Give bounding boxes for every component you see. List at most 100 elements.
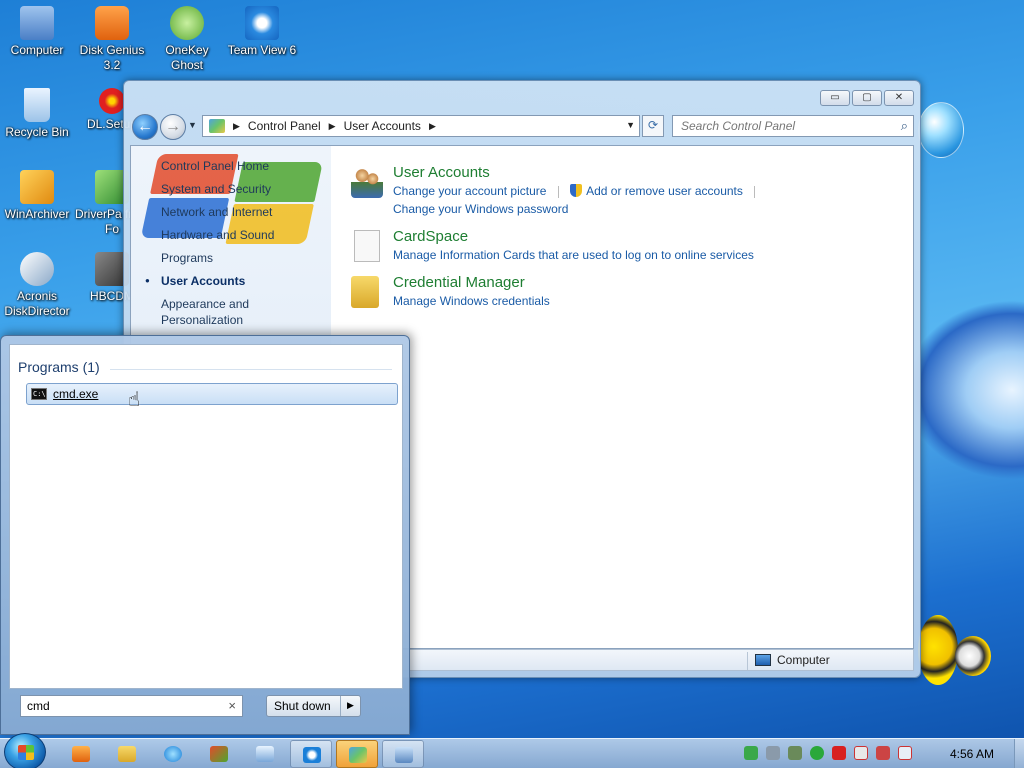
taskbar-app[interactable] bbox=[244, 740, 286, 768]
credential-manager-icon bbox=[351, 276, 379, 308]
nav-user-accounts[interactable]: User Accounts bbox=[145, 273, 274, 296]
start-menu: Programs (1) C:\ cmd.exe bbox=[0, 335, 410, 735]
breadcrumb-arrow-icon[interactable]: ▶ bbox=[233, 121, 240, 132]
desktop-icon-disk-genius[interactable]: Disk Genius 3.2 bbox=[75, 6, 149, 73]
uac-shield-icon bbox=[570, 184, 583, 197]
taskbar: 4:56 AM bbox=[0, 733, 1024, 768]
nav-system-and-security[interactable]: System and Security bbox=[161, 181, 274, 204]
section-credential-manager: Credential Manager Manage Windows creden… bbox=[351, 274, 903, 310]
nav-appearance-and-personalization[interactable]: Appearance and Personalization bbox=[161, 296, 261, 330]
search-input[interactable]: Search Control Panel ⌕ bbox=[672, 115, 914, 137]
nav-programs[interactable]: Programs bbox=[161, 250, 274, 273]
cardspace-icon bbox=[354, 230, 380, 262]
computer-icon bbox=[755, 654, 771, 666]
link-separator bbox=[557, 185, 559, 198]
user-accounts-icon bbox=[351, 166, 383, 198]
recycle-bin-icon bbox=[24, 88, 50, 122]
desktop-icon-computer[interactable]: Computer bbox=[0, 6, 74, 58]
wallpaper-fish bbox=[918, 615, 958, 685]
taskbar-network-tool[interactable] bbox=[198, 740, 240, 768]
taskbar-internet-explorer[interactable] bbox=[152, 740, 194, 768]
forward-button[interactable]: → bbox=[160, 114, 186, 140]
breadcrumb-arrow-icon[interactable]: ▶ bbox=[329, 121, 336, 132]
system-tray bbox=[744, 746, 912, 760]
control-panel-icon bbox=[349, 747, 367, 763]
show-desktop-button[interactable] bbox=[1014, 739, 1024, 768]
address-dropdown-icon[interactable]: ▼ bbox=[626, 120, 635, 130]
link-separator bbox=[754, 185, 756, 198]
taskbar-remote-desktop[interactable] bbox=[382, 740, 424, 768]
desktop-icon-acronis[interactable]: Acronis DiskDirector bbox=[0, 252, 74, 319]
search-icon[interactable]: ⌕ bbox=[901, 118, 908, 134]
taskbar-explorer[interactable] bbox=[106, 740, 148, 768]
taskbar-teamviewer[interactable] bbox=[290, 740, 332, 768]
remote-desktop-icon bbox=[395, 747, 413, 763]
link-manage-windows-credentials[interactable]: Manage Windows credentials bbox=[393, 294, 550, 308]
onekey-ghost-icon bbox=[170, 6, 204, 40]
tray-network-icon[interactable] bbox=[744, 746, 758, 760]
tray-tool-icon[interactable] bbox=[766, 746, 780, 760]
teamviewer-icon bbox=[303, 747, 321, 763]
media-player-icon bbox=[72, 746, 90, 762]
dl-setup-icon bbox=[99, 88, 125, 114]
breadcrumb-arrow-icon[interactable]: ▶ bbox=[429, 121, 436, 132]
section-title-user-accounts[interactable]: User Accounts bbox=[393, 164, 903, 182]
nav-control-panel-home[interactable]: Control Panel Home bbox=[161, 158, 274, 181]
result-item-cmd[interactable]: C:\ cmd.exe bbox=[26, 383, 398, 405]
teamviewer-icon bbox=[245, 6, 279, 40]
windows-flag-icon bbox=[18, 745, 34, 760]
app-icon bbox=[256, 746, 274, 762]
start-button[interactable] bbox=[4, 733, 46, 768]
minimize-button[interactable]: ▭ bbox=[820, 90, 850, 106]
cmd-icon: C:\ bbox=[31, 388, 47, 400]
desktop-icon-onekey-ghost[interactable]: OneKey Ghost bbox=[150, 6, 224, 73]
left-nav-list: Control Panel Home System and Security N… bbox=[145, 158, 274, 330]
link-change-account-picture[interactable]: Change your account picture bbox=[393, 184, 546, 198]
link-add-remove-user-accounts[interactable]: Add or remove user accounts bbox=[586, 184, 743, 198]
breadcrumb-control-panel[interactable]: Control Panel bbox=[248, 119, 321, 133]
section-title-cardspace[interactable]: CardSpace bbox=[393, 228, 903, 246]
caption-buttons: ▭ ▢ ✕ bbox=[820, 90, 914, 106]
tray-flag-icon[interactable] bbox=[854, 746, 868, 760]
main-pane: User Accounts Change your account pictur… bbox=[351, 164, 903, 318]
taskbar-clock[interactable]: 4:56 AM bbox=[950, 747, 994, 761]
maximize-button[interactable]: ▢ bbox=[852, 90, 882, 106]
tray-monitor-icon[interactable] bbox=[876, 746, 890, 760]
diskgenius-icon bbox=[95, 6, 129, 40]
section-cardspace: CardSpace Manage Information Cards that … bbox=[351, 228, 903, 264]
search-placeholder: Search Control Panel bbox=[681, 119, 796, 133]
desktop-icon-winarchiver[interactable]: WinArchiver bbox=[0, 170, 74, 222]
network-tool-icon bbox=[210, 746, 228, 762]
control-panel-icon bbox=[209, 119, 225, 133]
shutdown-button[interactable]: Shut down ▶ bbox=[266, 695, 361, 717]
desktop-icon-teamviewer[interactable]: Team View 6 bbox=[225, 6, 299, 58]
header-divider bbox=[110, 369, 392, 370]
explorer-icon bbox=[118, 746, 136, 762]
nav-hardware-and-sound[interactable]: Hardware and Sound bbox=[161, 227, 274, 250]
address-bar[interactable]: ▶ Control Panel ▶ User Accounts ▶ ▼ bbox=[202, 115, 640, 137]
start-search-input[interactable]: cmd × bbox=[20, 695, 243, 717]
hand-cursor-icon: ☝ bbox=[128, 389, 141, 411]
desktop-icon-recycle-bin[interactable]: Recycle Bin bbox=[0, 88, 74, 140]
search-results-pane: Programs (1) C:\ cmd.exe bbox=[9, 344, 403, 689]
section-user-accounts: User Accounts Change your account pictur… bbox=[351, 164, 903, 218]
taskbar-media-player[interactable] bbox=[60, 740, 102, 768]
tray-play-icon[interactable] bbox=[810, 746, 824, 760]
nav-network-and-internet[interactable]: Network and Internet bbox=[161, 204, 274, 227]
refresh-button[interactable]: ⟳ bbox=[642, 115, 664, 137]
tray-security-icon[interactable] bbox=[832, 746, 846, 760]
recent-pages-dropdown[interactable]: ▼ bbox=[188, 120, 197, 130]
link-manage-information-cards[interactable]: Manage Information Cards that are used t… bbox=[393, 248, 754, 262]
tray-volume-icon[interactable] bbox=[898, 746, 912, 760]
taskbar-control-panel[interactable] bbox=[336, 740, 378, 768]
clear-search-icon[interactable]: × bbox=[228, 698, 236, 713]
section-title-credential-manager[interactable]: Credential Manager bbox=[393, 274, 903, 292]
close-button[interactable]: ✕ bbox=[884, 90, 914, 106]
breadcrumb-user-accounts[interactable]: User Accounts bbox=[344, 119, 421, 133]
desktop-gadget-orb bbox=[918, 102, 964, 158]
acronis-icon bbox=[20, 252, 54, 286]
tray-app-icon[interactable] bbox=[788, 746, 802, 760]
link-change-windows-password[interactable]: Change your Windows password bbox=[393, 202, 568, 216]
back-button[interactable]: ← bbox=[132, 114, 158, 140]
shutdown-options-arrow-icon[interactable]: ▶ bbox=[340, 696, 360, 716]
